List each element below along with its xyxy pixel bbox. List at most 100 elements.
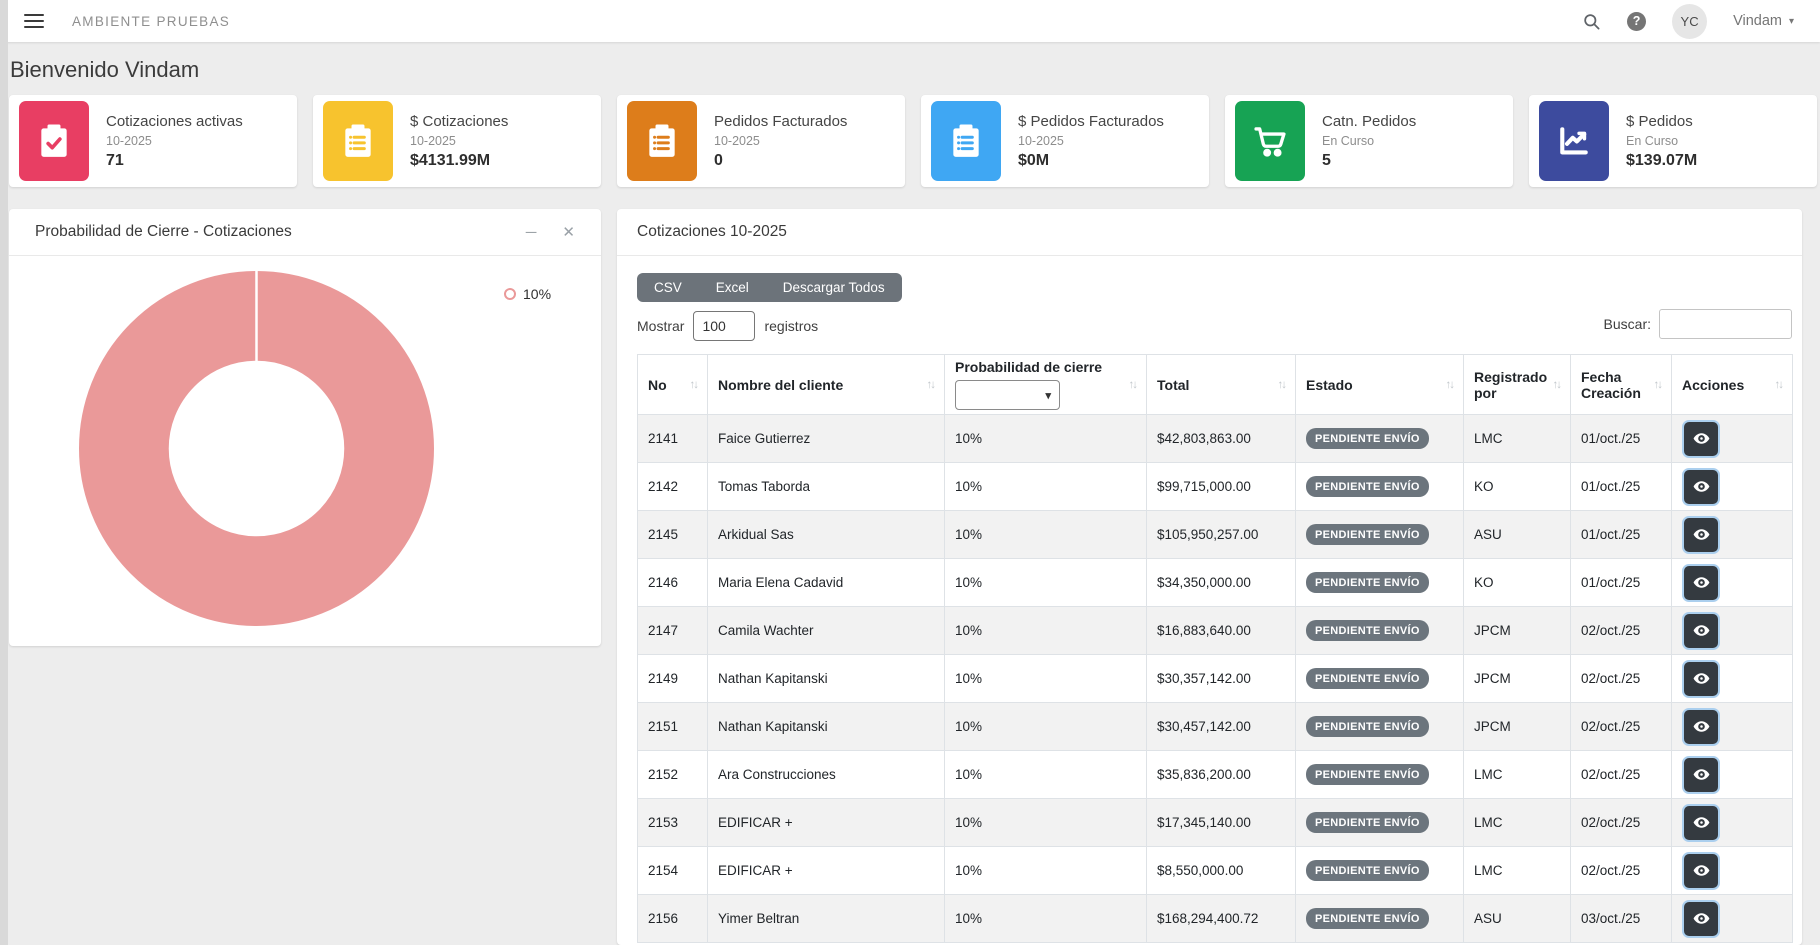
cell-total: $16,883,640.00 <box>1147 607 1296 655</box>
legend-item[interactable]: 10% <box>504 286 551 302</box>
sort-icon[interactable]: ↑↓ <box>1654 379 1662 391</box>
cell-registrado-por: LMC <box>1464 847 1571 895</box>
sort-icon[interactable]: ↑↓ <box>1278 379 1286 391</box>
cell-total: $17,345,140.00 <box>1147 799 1296 847</box>
table-row: 2153 EDIFICAR + 10% $17,345,140.00 PENDI… <box>638 799 1793 847</box>
column-header-fecha-creacion[interactable]: Fecha Creación↑↓ <box>1571 355 1672 415</box>
cell-cliente: Camila Wachter <box>708 607 945 655</box>
cell-no: 2145 <box>638 511 708 559</box>
sort-icon[interactable]: ↑↓ <box>1775 379 1783 391</box>
view-button[interactable] <box>1682 612 1720 650</box>
table-row: 2152 Ara Construcciones 10% $35,836,200.… <box>638 751 1793 799</box>
status-badge: PENDIENTE ENVÍO <box>1306 524 1429 545</box>
cell-probabilidad: 10% <box>945 463 1147 511</box>
page-length-input[interactable] <box>693 311 755 341</box>
view-button[interactable] <box>1682 852 1720 890</box>
eye-icon <box>1692 909 1711 928</box>
stat-cards: Cotizaciones activas 10-2025 71 $ Cotiza… <box>9 95 1817 187</box>
cell-registrado-por: LMC <box>1464 415 1571 463</box>
cell-estado: PENDIENTE ENVÍO <box>1296 463 1464 511</box>
close-icon[interactable]: ✕ <box>562 225 575 240</box>
cell-probabilidad: 10% <box>945 703 1147 751</box>
sort-icon[interactable]: ↑↓ <box>1446 379 1454 391</box>
cell-acciones <box>1672 559 1793 607</box>
cell-probabilidad: 10% <box>945 607 1147 655</box>
table-body: 2141 Faice Gutierrez 10% $42,803,863.00 … <box>638 415 1793 943</box>
minimize-icon[interactable]: ─ <box>526 225 537 240</box>
cell-fecha-creacion: 03/oct./25 <box>1571 895 1672 943</box>
card-title: $ Pedidos <box>1626 113 1697 130</box>
table-row: 2151 Nathan Kapitanski 10% $30,457,142.0… <box>638 703 1793 751</box>
help-icon[interactable]: ? <box>1627 12 1646 31</box>
card-value: 0 <box>714 152 847 170</box>
view-button[interactable] <box>1682 468 1720 506</box>
sort-icon[interactable]: ↑↓ <box>1129 379 1137 391</box>
view-button[interactable] <box>1682 804 1720 842</box>
eye-icon <box>1692 621 1711 640</box>
avatar[interactable]: YC <box>1672 4 1707 39</box>
csv-button[interactable]: CSV <box>637 273 699 302</box>
sort-icon[interactable]: ↑↓ <box>927 379 935 391</box>
view-button[interactable] <box>1682 564 1720 602</box>
sort-icon[interactable]: ↑↓ <box>1553 379 1561 391</box>
cell-total: $34,350,000.00 <box>1147 559 1296 607</box>
cell-probabilidad: 10% <box>945 655 1147 703</box>
cell-acciones <box>1672 655 1793 703</box>
status-badge: PENDIENTE ENVÍO <box>1306 572 1429 593</box>
donut-chart-svg[interactable] <box>79 271 434 626</box>
page-left-gutter <box>0 0 8 945</box>
sort-icon[interactable]: ↑↓ <box>690 379 698 391</box>
excel-button[interactable]: Excel <box>699 273 766 302</box>
status-badge: PENDIENTE ENVÍO <box>1306 716 1429 737</box>
legend-marker-icon <box>504 288 516 300</box>
stat-card-pedidos-facturados: Pedidos Facturados 10-2025 0 <box>617 95 905 187</box>
cell-registrado-por: ASU <box>1464 895 1571 943</box>
card-title: Pedidos Facturados <box>714 113 847 130</box>
column-header-registrado-por[interactable]: Registrado por↑↓ <box>1464 355 1571 415</box>
status-badge: PENDIENTE ENVÍO <box>1306 668 1429 689</box>
view-button[interactable] <box>1682 660 1720 698</box>
user-menu[interactable]: Vindam ▾ <box>1733 13 1794 29</box>
card-value: 5 <box>1322 152 1416 170</box>
cell-fecha-creacion: 02/oct./25 <box>1571 607 1672 655</box>
status-badge: PENDIENTE ENVÍO <box>1306 620 1429 641</box>
cell-fecha-creacion: 02/oct./25 <box>1571 655 1672 703</box>
eye-icon <box>1692 717 1711 736</box>
card-value: $139.07M <box>1626 152 1697 170</box>
column-header-probabilidad[interactable]: Probabilidad de cierre ▾ ↑↓ <box>945 355 1147 415</box>
user-name: Vindam <box>1733 13 1782 29</box>
view-button[interactable] <box>1682 900 1720 938</box>
menu-icon[interactable] <box>24 11 44 32</box>
cell-total: $8,550,000.00 <box>1147 847 1296 895</box>
view-button[interactable] <box>1682 516 1720 554</box>
cell-probabilidad: 10% <box>945 799 1147 847</box>
view-button[interactable] <box>1682 756 1720 794</box>
cell-acciones <box>1672 607 1793 655</box>
column-header-no[interactable]: No↑↓ <box>638 355 708 415</box>
view-button[interactable] <box>1682 420 1720 458</box>
cell-total: $42,803,863.00 <box>1147 415 1296 463</box>
table-panel: Cotizaciones 10-2025 CSV Excel Descargar… <box>617 209 1802 945</box>
column-header-total[interactable]: Total↑↓ <box>1147 355 1296 415</box>
eye-icon <box>1692 861 1711 880</box>
cell-cliente: Faice Gutierrez <box>708 415 945 463</box>
table-search-input[interactable] <box>1659 309 1792 339</box>
search-icon[interactable] <box>1582 12 1601 31</box>
probabilidad-filter-select[interactable]: ▾ <box>955 380 1060 410</box>
card-period: En Curso <box>1322 134 1416 148</box>
column-header-estado[interactable]: Estado↑↓ <box>1296 355 1464 415</box>
table-row: 2154 EDIFICAR + 10% $8,550,000.00 PENDIE… <box>638 847 1793 895</box>
cell-acciones <box>1672 895 1793 943</box>
cell-fecha-creacion: 01/oct./25 <box>1571 559 1672 607</box>
table-row: 2141 Faice Gutierrez 10% $42,803,863.00 … <box>638 415 1793 463</box>
download-all-button[interactable]: Descargar Todos <box>766 273 902 302</box>
stat-card-dolar-cotizaciones: $ Cotizaciones 10-2025 $4131.99M <box>313 95 601 187</box>
eye-icon <box>1692 813 1711 832</box>
column-header-cliente[interactable]: Nombre del cliente↑↓ <box>708 355 945 415</box>
column-header-acciones[interactable]: Acciones↑↓ <box>1672 355 1793 415</box>
status-badge: PENDIENTE ENVÍO <box>1306 428 1429 449</box>
status-badge: PENDIENTE ENVÍO <box>1306 764 1429 785</box>
cell-registrado-por: KO <box>1464 463 1571 511</box>
cell-cliente: Nathan Kapitanski <box>708 703 945 751</box>
view-button[interactable] <box>1682 708 1720 746</box>
